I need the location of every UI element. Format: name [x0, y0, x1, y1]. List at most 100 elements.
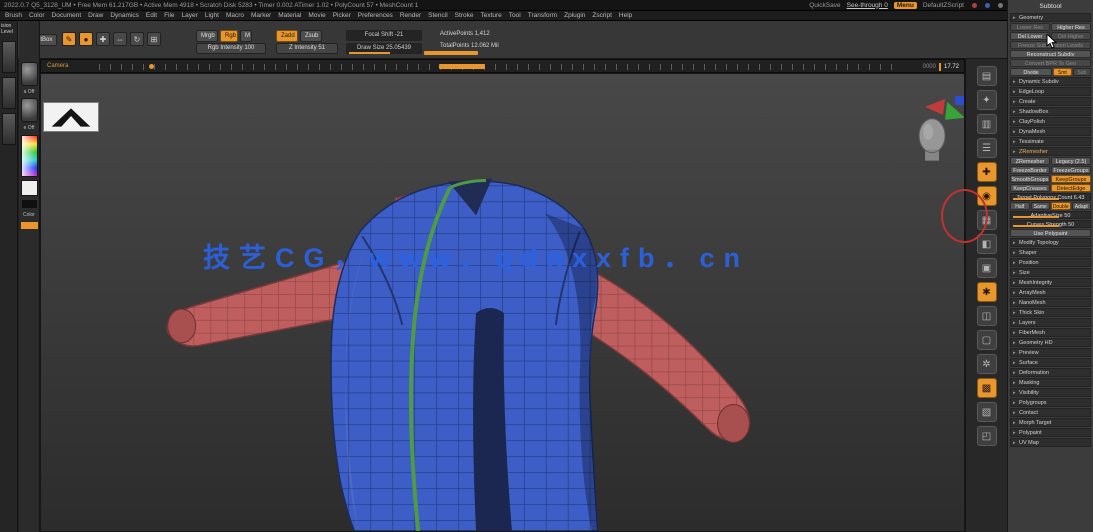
panel-row-label-2[interactable]: KeepGroups: [1051, 175, 1091, 183]
zadd-button[interactable]: Zadd: [276, 30, 298, 42]
panel-row-label-2[interactable]: Smt: [1053, 68, 1072, 76]
panel-row[interactable]: ShadowBox: [1010, 107, 1091, 117]
panel-row-label[interactable]: ClayPolish: [1019, 118, 1090, 125]
panel-row[interactable]: Reconstruct Subdiv: [1010, 50, 1091, 58]
panel-row-label[interactable]: Contact: [1019, 409, 1090, 416]
panel-row[interactable]: NanoMesh: [1010, 298, 1091, 308]
panel-row-label[interactable]: Polygroups: [1019, 399, 1090, 406]
volume-icon[interactable]: [998, 2, 1003, 8]
panel-row[interactable]: SmoothGroups KeepGroups: [1010, 175, 1091, 183]
panel-row-label-2[interactable]: Higher Res: [1051, 23, 1091, 31]
panel-row[interactable]: Tessimate: [1010, 137, 1091, 147]
z-intensity-slider[interactable]: Z Intensity 51: [276, 43, 338, 54]
panel-row[interactable]: Polygroups: [1010, 398, 1091, 408]
panel-row-label[interactable]: Deformation: [1019, 369, 1090, 376]
menu-item[interactable]: Stroke: [455, 12, 474, 19]
menu-item[interactable]: Layer: [182, 12, 198, 19]
panel-row-label[interactable]: Masking: [1019, 379, 1090, 386]
heart-icon[interactable]: [972, 2, 977, 8]
panel-row[interactable]: Target Polygons Count 6.43: [1010, 193, 1091, 201]
menu-item[interactable]: Zscript: [592, 12, 612, 19]
timeline-ticks[interactable]: [99, 64, 894, 70]
menu-item[interactable]: File: [164, 12, 174, 19]
menu-item[interactable]: Dynamics: [110, 12, 139, 19]
right-tray-icon[interactable]: ✲: [976, 354, 997, 374]
panel-row-label[interactable]: FiberMesh: [1019, 329, 1090, 336]
panel-row-label[interactable]: NanoMesh: [1019, 299, 1090, 306]
panel-row-label[interactable]: Thick Skin: [1019, 309, 1090, 316]
menu-item[interactable]: Render: [400, 12, 421, 19]
menu-item[interactable]: Marker: [251, 12, 271, 19]
panel-row-label[interactable]: Geometry HD: [1019, 339, 1090, 346]
right-tray-icon[interactable]: ◫: [976, 306, 997, 326]
menu-item[interactable]: Light: [205, 12, 219, 19]
panel-row[interactable]: Lower Res Higher Res: [1010, 23, 1091, 31]
menu-item[interactable]: Color: [29, 12, 45, 19]
panel-row-label[interactable]: Del Lower: [1010, 32, 1050, 40]
panel-row[interactable]: Masking: [1010, 378, 1091, 388]
panel-row[interactable]: ZRemesher: [1010, 147, 1091, 157]
right-tray-icon[interactable]: ◉: [976, 186, 997, 206]
panel-row-label[interactable]: Polypaint: [1019, 429, 1090, 436]
menu-toggle[interactable]: Menu: [893, 1, 917, 9]
menu-item[interactable]: Document: [52, 12, 82, 19]
panel-row-label-3[interactable]: Sub: [1072, 68, 1091, 76]
panel-row-label[interactable]: Divide: [1010, 68, 1053, 76]
menu-item[interactable]: Picker: [333, 12, 351, 19]
panel-row-label[interactable]: KeepCreases: [1010, 184, 1050, 192]
panel-row[interactable]: Surface: [1010, 358, 1091, 368]
switch-color-button[interactable]: [20, 222, 38, 229]
draw-icon[interactable]: ●: [79, 32, 93, 46]
panel-row-label[interactable]: Convert BPR To Geo: [1010, 59, 1091, 67]
panel-row-label[interactable]: Reconstruct Subdiv: [1010, 50, 1091, 58]
panel-row-label[interactable]: Shaper: [1019, 249, 1090, 256]
right-tray-icon[interactable]: ◰: [976, 426, 997, 446]
panel-row-label[interactable]: Lower Res: [1010, 23, 1050, 31]
menu-item[interactable]: Texture: [480, 12, 501, 19]
panel-row[interactable]: ClayPolish: [1010, 117, 1091, 127]
panel-row[interactable]: Half Same Double Adapt: [1010, 202, 1091, 210]
panel-row-label[interactable]: Modify Topology: [1019, 239, 1090, 246]
right-tray-icon[interactable]: ✱: [976, 282, 997, 302]
menu-item[interactable]: Movie: [308, 12, 325, 19]
brush-thumbnail[interactable]: [1, 41, 16, 73]
menu-item[interactable]: Transform: [528, 12, 557, 19]
menu-item[interactable]: Brush: [5, 12, 22, 19]
panel-row[interactable]: Visibility: [1010, 388, 1091, 398]
panel-row-label[interactable]: Geometry: [1019, 14, 1090, 21]
right-tray-icon[interactable]: ▩: [976, 378, 997, 398]
material-thumbnail[interactable]: [20, 98, 38, 122]
info-icon[interactable]: [985, 2, 990, 8]
timeline-playhead-segment[interactable]: [439, 64, 485, 69]
rgb-intensity-slider[interactable]: Rgb Intensity 100: [196, 43, 266, 54]
panel-row-label-2[interactable]: FreezeGroups: [1051, 166, 1091, 174]
menu-item[interactable]: Zplugin: [564, 12, 585, 19]
panel-row[interactable]: Dynamic Subdiv: [1010, 77, 1091, 87]
panel-row[interactable]: Divide Smt Sub: [1010, 68, 1091, 76]
edit-icon[interactable]: ✎: [62, 32, 76, 46]
menu-item[interactable]: Macro: [226, 12, 244, 19]
panel-row[interactable]: Shaper: [1010, 248, 1091, 258]
panel-row[interactable]: Create: [1010, 97, 1091, 107]
right-tray-icon[interactable]: ✦: [976, 90, 997, 110]
panel-row[interactable]: FiberMesh: [1010, 328, 1091, 338]
panel-row-label[interactable]: AdaptiveSize 50: [1011, 212, 1090, 218]
right-tray-icon[interactable]: ▣: [976, 258, 997, 278]
stroke-thumbnail[interactable]: [20, 62, 38, 86]
color-picker-gradient[interactable]: [20, 135, 38, 177]
panel-row-label[interactable]: FreezeBorder: [1010, 166, 1050, 174]
panel-row-label-2[interactable]: DetectEdge: [1051, 184, 1091, 192]
panel-row-label[interactable]: ArrayMesh: [1019, 289, 1090, 296]
panel-row-label[interactable]: Use Polypaint: [1010, 229, 1091, 237]
panel-row-label[interactable]: UV Map: [1019, 439, 1090, 446]
panel-row-label[interactable]: Half: [1010, 202, 1030, 210]
panel-row[interactable]: Use Polypaint: [1010, 229, 1091, 237]
panel-row-label[interactable]: Morph Target: [1019, 419, 1090, 426]
mrgb-button[interactable]: Mrgb: [196, 30, 218, 42]
rgb-button[interactable]: Rgb: [220, 30, 238, 42]
panel-row-label[interactable]: Position: [1019, 259, 1090, 266]
panel-row[interactable]: Contact: [1010, 408, 1091, 418]
focal-shift-slider[interactable]: Focal Shift -21: [346, 30, 422, 41]
panel-row-label[interactable]: EdgeLoop: [1019, 88, 1090, 95]
panel-row[interactable]: ZRemesher Legacy (2.5): [1010, 157, 1091, 165]
